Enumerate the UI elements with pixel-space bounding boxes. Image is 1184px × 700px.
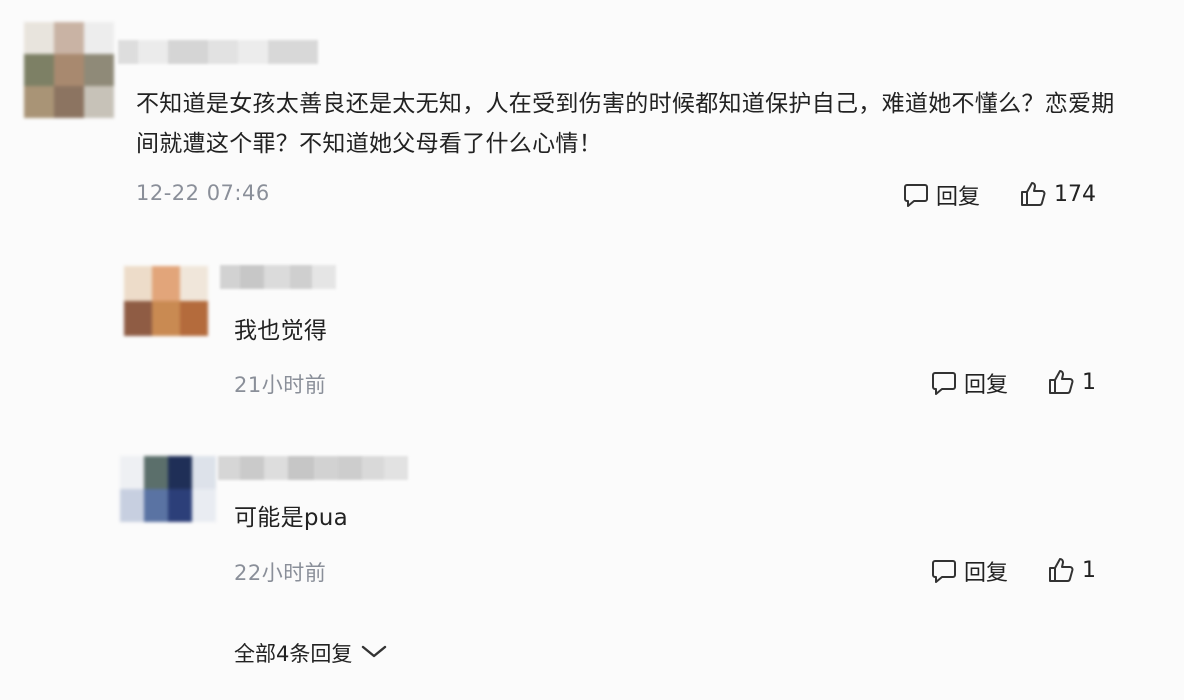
chevron-down-icon [352, 641, 388, 666]
reply-button[interactable]: 回复 [930, 555, 1008, 587]
avatar[interactable] [120, 456, 216, 522]
like-count: 174 [1054, 181, 1096, 207]
username[interactable] [118, 40, 318, 64]
speech-bubble-icon [930, 369, 958, 397]
thumbs-up-icon [1046, 367, 1076, 397]
like-count: 1 [1082, 369, 1096, 395]
like-button[interactable]: 1 [1046, 555, 1096, 585]
reply-label: 回复 [964, 561, 1009, 586]
avatar[interactable] [24, 22, 114, 118]
like-button[interactable]: 1 [1046, 367, 1096, 397]
more-replies-label: 全部4条回复 [234, 642, 353, 666]
reply-button[interactable]: 回复 [930, 367, 1008, 399]
speech-bubble-icon [902, 181, 930, 209]
username[interactable] [218, 456, 408, 480]
reply-label: 回复 [964, 373, 1009, 398]
reply-label: 回复 [936, 185, 981, 210]
like-button[interactable]: 174 [1018, 179, 1096, 209]
comment-timestamp: 12-22 07:46 [136, 181, 270, 205]
speech-bubble-icon [930, 557, 958, 585]
thumbs-up-icon [1046, 555, 1076, 585]
reply-button[interactable]: 回复 [902, 179, 980, 211]
username[interactable] [220, 265, 336, 289]
show-all-replies-button[interactable]: 全部4条回复 [234, 638, 388, 668]
reply-text: 可能是pua [234, 505, 349, 531]
reply-text: 我也觉得 [234, 318, 328, 344]
reply-timestamp: 22小时前 [234, 561, 327, 585]
comment-text: 不知道是女孩太善良还是太无知，人在受到伤害的时候都知道保护自己，难道她不懂么？恋… [136, 91, 1115, 157]
reply-timestamp: 21小时前 [234, 373, 327, 397]
like-count: 1 [1082, 557, 1096, 583]
thumbs-up-icon [1018, 179, 1048, 209]
avatar[interactable] [124, 266, 208, 336]
